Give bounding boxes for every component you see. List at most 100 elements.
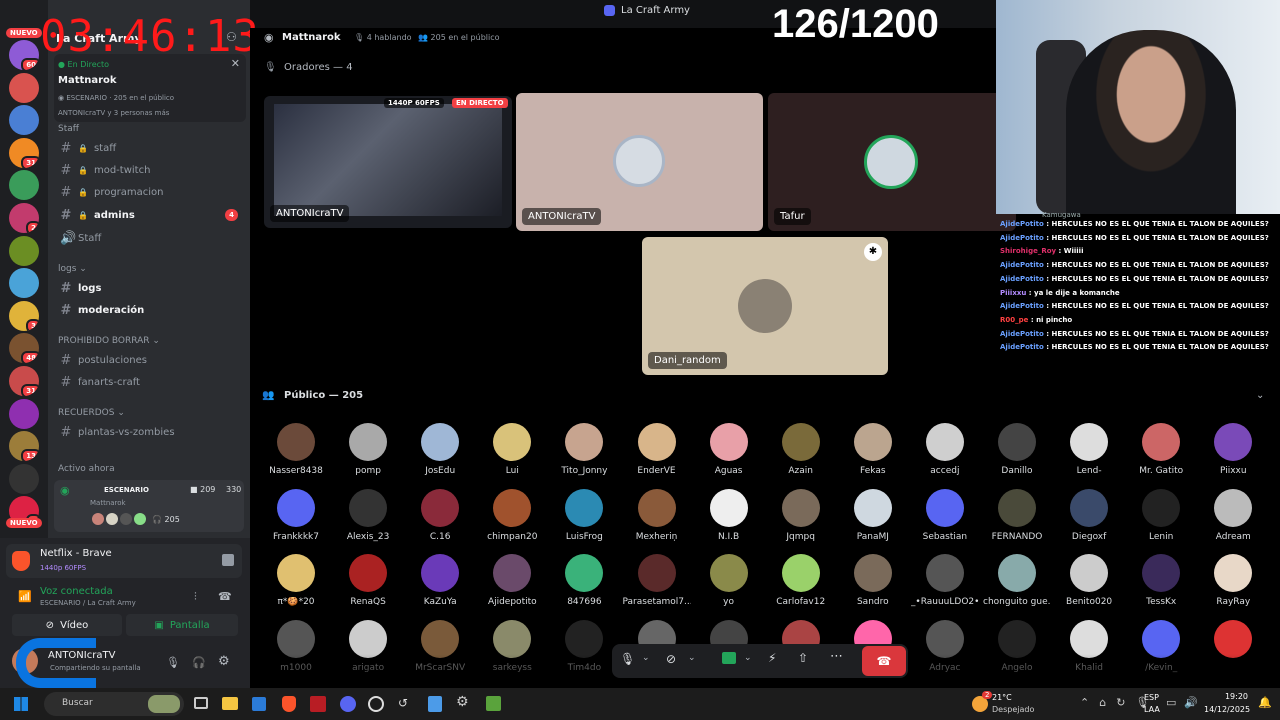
audience-member[interactable]: Sandro xyxy=(839,554,907,607)
audience-member[interactable]: pomp xyxy=(334,423,402,476)
audience-member[interactable]: Tito_Jonny xyxy=(550,423,618,476)
server-icon[interactable]: 60 xyxy=(9,40,39,70)
audience-member[interactable]: Carlofav12 xyxy=(767,554,835,607)
audience-member[interactable]: Mexheriņ xyxy=(623,488,691,542)
audience-member[interactable]: Diegoxf xyxy=(1055,488,1123,542)
audience-member[interactable]: Lend- xyxy=(1055,423,1123,476)
speaker-tile[interactable]: Tafur xyxy=(768,93,1016,231)
audience-member[interactable]: chimpan20 xyxy=(478,488,546,542)
audience-member[interactable]: Frankkkk7 xyxy=(262,488,330,542)
move-audience-icon[interactable]: ⇧ xyxy=(798,651,808,665)
discord-icon[interactable] xyxy=(340,696,356,712)
audience-member[interactable]: LuisFrog xyxy=(550,488,618,542)
stream-tile[interactable]: 1440P 60FPS EN DIRECTO ANTONIcraTV xyxy=(264,96,512,228)
voice-status[interactable]: Voz conectada xyxy=(40,586,113,597)
language[interactable]: ESP xyxy=(1144,693,1159,702)
server-icon[interactable]: 13 xyxy=(9,431,39,462)
audience-member[interactable]: Parasetamol7... xyxy=(623,554,691,607)
chevron-down-icon[interactable]: ⌄ xyxy=(744,653,752,663)
channel-category[interactable]: RECUERDOS ⌄ xyxy=(58,408,125,418)
windows-icon[interactable] xyxy=(14,697,28,711)
audience-member[interactable]: accedj xyxy=(911,423,979,476)
channel-item[interactable]: # moderación xyxy=(58,300,244,320)
channel-category[interactable]: logs ⌄ xyxy=(58,264,87,274)
mic-icon[interactable]: 🎙 xyxy=(166,656,180,669)
audience-member[interactable]: Danillo xyxy=(983,423,1051,476)
clock-time[interactable]: 19:20 xyxy=(1204,692,1248,701)
minecraft-icon[interactable] xyxy=(486,696,501,711)
channel-item[interactable]: # plantas-vs-zombies xyxy=(58,422,244,442)
audience-member[interactable]: yo xyxy=(695,554,763,607)
audience-member[interactable]: Jqmpq xyxy=(767,488,835,542)
bell-icon[interactable]: 🔔 xyxy=(1258,696,1272,709)
app-icon[interactable]: ↺ xyxy=(398,696,412,712)
audience-member[interactable]: FERNANDO xyxy=(983,488,1051,542)
audience-member[interactable]: Lenin xyxy=(1127,488,1195,542)
notes-icon[interactable] xyxy=(428,696,442,712)
channel-item[interactable]: # 🔒 mod-twitch xyxy=(58,160,244,180)
speaker-tile[interactable]: ANTONIcraTV xyxy=(516,93,763,231)
tray-status-icons[interactable]: ▭🔊 xyxy=(1166,696,1206,709)
audience-member[interactable]: Alexis_23 xyxy=(334,488,402,542)
server-icon[interactable] xyxy=(9,235,39,266)
audience-member[interactable]: N.I.B xyxy=(695,488,763,542)
server-icon[interactable]: 3 xyxy=(9,300,39,331)
screen-share-button[interactable]: ▣ Pantalla xyxy=(126,614,238,636)
audience-member[interactable]: Adream xyxy=(1199,488,1267,542)
settings-icon[interactable]: ⚙ xyxy=(218,654,230,669)
server-icon[interactable]: 48 xyxy=(9,333,39,364)
task-view-icon[interactable] xyxy=(194,697,208,709)
audience-member[interactable]: Nasser8438 xyxy=(262,423,330,476)
activity-icon[interactable]: ⚡ xyxy=(768,651,776,665)
speaker-tile[interactable]: ✱ Dani_random xyxy=(642,237,888,375)
more-icon[interactable]: ⋯ xyxy=(830,649,843,664)
channel-item[interactable]: # 🔒 staff xyxy=(58,138,244,158)
audience-member[interactable]: RenaQS xyxy=(334,554,402,607)
audience-member[interactable]: KaZuYa xyxy=(406,554,474,607)
camera-off-icon[interactable]: ⊘ xyxy=(666,652,676,666)
screen-share-icon[interactable] xyxy=(722,652,736,664)
chevron-down-icon[interactable]: ⌄ xyxy=(642,653,650,663)
headphones-icon[interactable]: 🎧 xyxy=(192,656,206,669)
audience-member[interactable]: Benito020 xyxy=(1055,554,1123,607)
channel-category[interactable]: PROHIBIDO BORRAR ⌄ xyxy=(58,336,160,346)
search-box[interactable]: Buscar xyxy=(44,692,184,716)
collapse-icon[interactable]: ⌄ xyxy=(1256,390,1264,401)
disconnect-icon[interactable]: ☎ xyxy=(218,590,232,603)
channel-item[interactable]: # postulaciones xyxy=(58,350,244,370)
audience-member[interactable]: JosEdu xyxy=(406,423,474,476)
audience-member[interactable]: Sebastian xyxy=(911,488,979,542)
audience-member[interactable]: RayRay xyxy=(1199,554,1267,607)
audience-member[interactable]: Piixxu xyxy=(1199,423,1267,476)
audience-member[interactable]: C.16 xyxy=(406,488,474,542)
audience-member[interactable]: Ajidepotito xyxy=(478,554,546,607)
audience-member[interactable]: π*🍪*20 xyxy=(262,554,330,607)
audience-member[interactable]: TessKx xyxy=(1127,554,1195,607)
server-icon[interactable] xyxy=(9,170,39,201)
server-icon[interactable] xyxy=(9,268,39,299)
store-icon[interactable] xyxy=(252,697,266,711)
obs-icon[interactable] xyxy=(368,696,384,712)
active-now-card[interactable]: ◉ ESCENARIO Mattnarok ■ 209 330 🎧 205 xyxy=(54,480,244,532)
mic-icon[interactable]: 🎙 xyxy=(620,652,635,666)
audience-member[interactable]: Fekas xyxy=(839,423,907,476)
live-stage-card[interactable]: ● En Directo ✕ Mattnarok ◉ ESCENARIO · 2… xyxy=(54,54,246,122)
channel-item[interactable]: # 🔒 programacion xyxy=(58,182,244,202)
folder-icon[interactable] xyxy=(222,697,238,710)
stop-stream-icon[interactable] xyxy=(222,554,234,566)
server-icon[interactable] xyxy=(9,105,39,136)
netflix-icon[interactable] xyxy=(310,696,326,712)
server-icon[interactable] xyxy=(9,463,39,494)
audience-member[interactable]: PanaMJ xyxy=(839,488,907,542)
soundboard-icon[interactable]: ⫶ xyxy=(194,590,197,604)
audience-member[interactable]: chonguito gue... xyxy=(983,554,1051,607)
server-icon[interactable]: 2 xyxy=(9,203,39,233)
server-icon[interactable] xyxy=(9,72,39,103)
brave-icon[interactable] xyxy=(282,696,296,712)
audience-member[interactable]: Mr. Gatito xyxy=(1127,423,1195,476)
server-icon[interactable]: 31 xyxy=(9,137,39,168)
channel-category[interactable]: Staff xyxy=(58,124,79,134)
audience-member[interactable]: Lui xyxy=(478,423,546,476)
audience-member[interactable]: Aguas xyxy=(695,423,763,476)
server-icon[interactable] xyxy=(9,398,39,429)
